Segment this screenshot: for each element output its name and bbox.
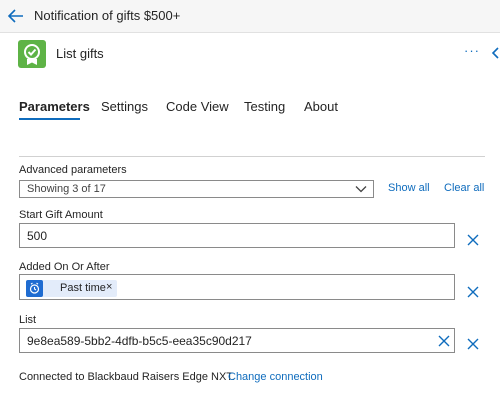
list-label: List [19,314,37,326]
chevron-down-icon [355,186,367,193]
tab-code-view[interactable]: Code View [166,99,229,114]
dynamic-content-token[interactable]: Past time × [26,280,117,297]
arrow-left-icon [7,9,23,23]
token-remove-button[interactable]: × [106,281,112,293]
tab-testing[interactable]: Testing [244,99,285,114]
top-bar: Notification of gifts $500+ [0,0,500,33]
clear-all-link[interactable]: Clear all [444,182,484,194]
token-label: Past time [60,282,106,294]
gift-check-icon [18,40,46,68]
more-options-button[interactable]: ··· [464,43,480,58]
remove-parameter-icon[interactable] [467,338,479,350]
tab-parameters[interactable]: Parameters [19,99,90,114]
collapse-panel-button[interactable] [490,43,500,63]
change-connection-link[interactable]: Change connection [228,371,323,383]
clear-input-icon[interactable] [438,335,450,347]
chevron-left-icon [491,47,499,59]
tab-settings[interactable]: Settings [101,99,148,114]
tab-about[interactable]: About [304,99,338,114]
dropdown-selected-value: Showing 3 of 17 [27,183,106,195]
remove-parameter-icon[interactable] [467,286,479,298]
action-title: List gifts [56,46,104,61]
clock-icon [26,280,43,297]
connection-status-text: Connected to Blackbaud Raisers Edge NXT. [19,371,235,383]
advanced-parameters-dropdown[interactable]: Showing 3 of 17 [19,180,374,198]
list-input[interactable]: 9e8ea589-5bb2-4dfb-b5c5-eea35c90d217 [19,328,455,353]
section-divider [19,156,485,157]
start-gift-amount-label: Start Gift Amount [19,209,103,221]
start-gift-amount-value: 500 [27,229,48,243]
start-gift-amount-input[interactable]: 500 [19,223,455,248]
remove-parameter-icon[interactable] [467,234,479,246]
flow-title: Notification of gifts $500+ [34,8,181,23]
advanced-parameters-label: Advanced parameters [19,164,127,176]
back-button[interactable] [6,6,26,26]
show-all-link[interactable]: Show all [388,182,430,194]
added-on-or-after-label: Added On Or After [19,261,110,273]
active-tab-indicator [19,118,80,120]
added-on-or-after-input[interactable]: Past time × [19,274,455,300]
list-value: 9e8ea589-5bb2-4dfb-b5c5-eea35c90d217 [27,334,252,348]
